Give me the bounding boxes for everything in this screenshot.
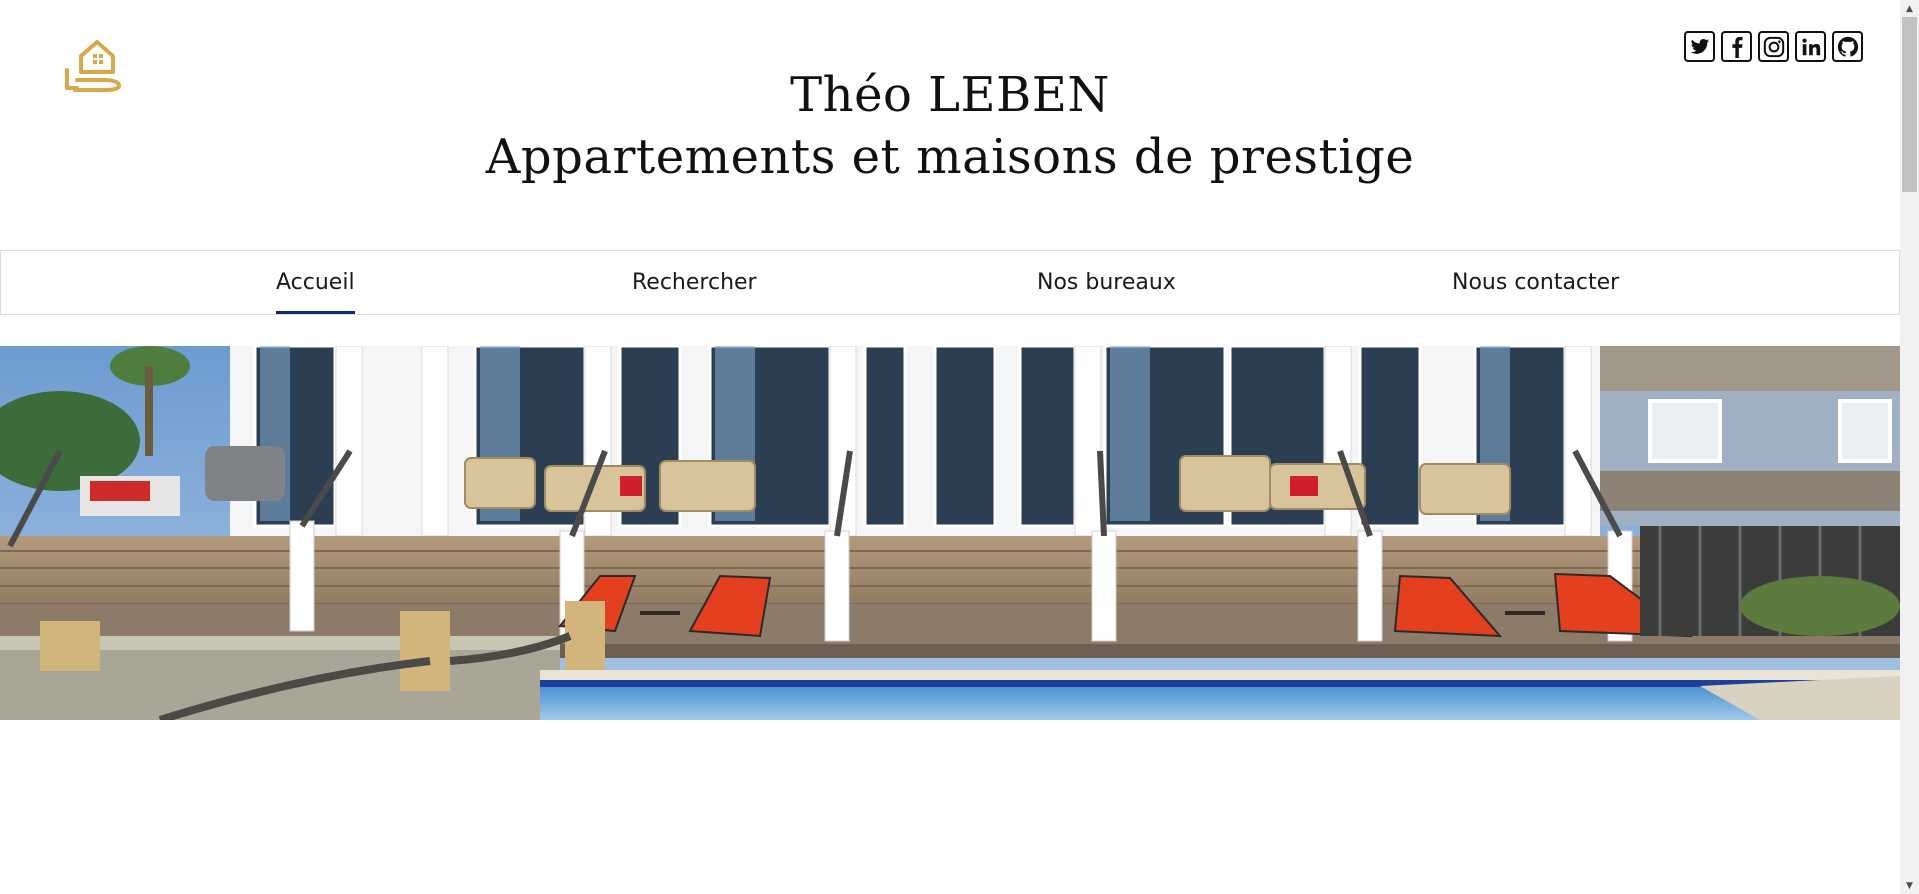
- page: Théo LEBEN Appartements et maisons de pr…: [0, 0, 1900, 894]
- nav-item-accueil[interactable]: Accueil: [276, 251, 355, 314]
- hero-image: [0, 346, 1900, 720]
- linkedin-icon[interactable]: [1795, 31, 1826, 62]
- instagram-icon[interactable]: [1758, 31, 1789, 62]
- nav-item-nos-bureaux[interactable]: Nos bureaux: [1037, 251, 1176, 314]
- social-links: [1684, 31, 1863, 62]
- scroll-down-icon[interactable]: ▼: [1900, 877, 1919, 894]
- site-header: Théo LEBEN Appartements et maisons de pr…: [0, 64, 1900, 188]
- scroll-up-icon[interactable]: ▲: [1900, 0, 1919, 17]
- page-scrollbar[interactable]: ▲ ▼: [1900, 0, 1919, 894]
- github-icon[interactable]: [1832, 31, 1863, 62]
- main-nav: Accueil Rechercher Nos bureaux Nous cont…: [0, 250, 1900, 315]
- site-title: Théo LEBEN: [790, 67, 1110, 123]
- nav-item-label: Accueil: [276, 270, 355, 295]
- nav-item-rechercher[interactable]: Rechercher: [632, 251, 757, 314]
- facebook-icon[interactable]: [1721, 31, 1752, 62]
- twitter-icon[interactable]: [1684, 31, 1715, 62]
- site-subtitle: Appartements et maisons de prestige: [485, 129, 1415, 185]
- nav-item-nous-contacter[interactable]: Nous contacter: [1452, 251, 1619, 314]
- nav-item-label: Nous contacter: [1452, 270, 1620, 295]
- nav-item-label: Rechercher: [632, 270, 757, 295]
- scrollbar-thumb[interactable]: [1902, 17, 1917, 192]
- nav-item-label: Nos bureaux: [1037, 270, 1176, 295]
